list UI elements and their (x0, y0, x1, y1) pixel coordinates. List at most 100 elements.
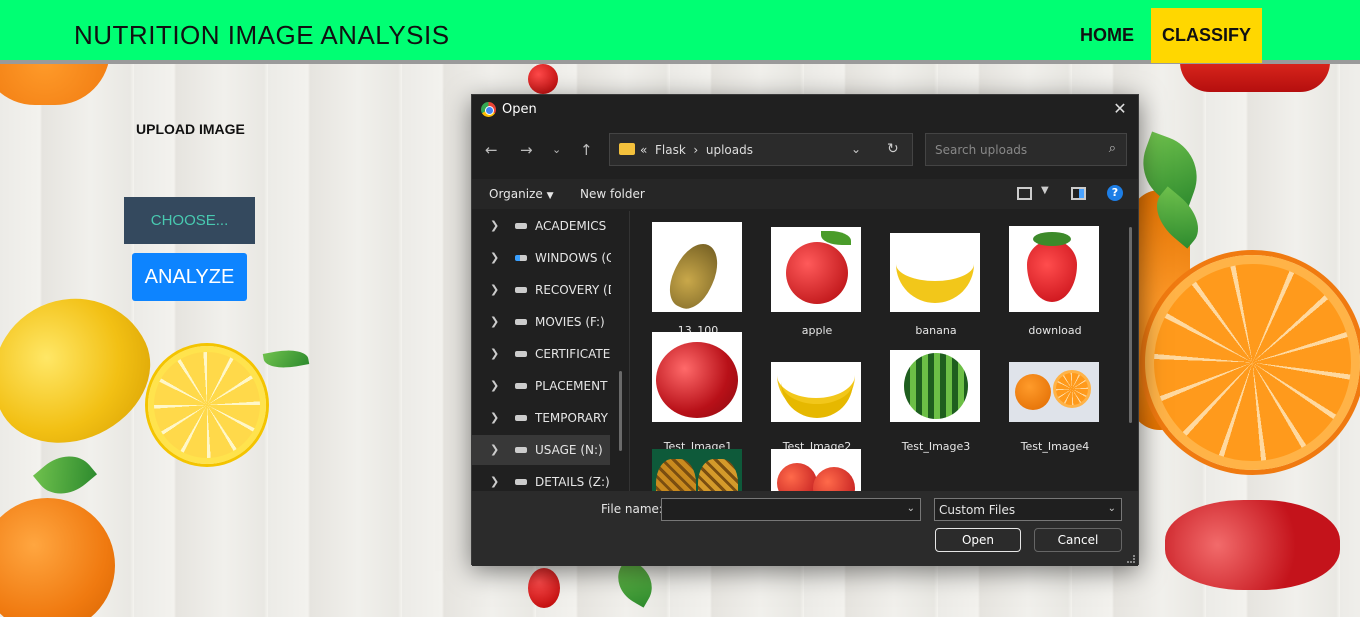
drive-icon (515, 447, 527, 453)
forward-arrow-icon[interactable]: → (520, 141, 533, 159)
banana-bunch-image (771, 362, 861, 422)
pineapple-image (652, 449, 742, 491)
cancel-button[interactable]: Cancel (1034, 528, 1122, 552)
sidebar-item-windows[interactable]: ❯ WINDOWS (C:) (472, 243, 611, 273)
file-item[interactable]: Test_Image2 (761, 335, 873, 453)
file-name: Test_Image4 (1020, 440, 1090, 453)
watermelon-image (890, 350, 980, 422)
lemon-decoration (0, 272, 173, 468)
refresh-icon[interactable]: ↻ (887, 141, 899, 157)
orange-decoration (0, 498, 115, 617)
file-item[interactable]: banana (880, 219, 992, 337)
file-item[interactable] (761, 449, 873, 491)
sidebar-item-certificate[interactable]: ❯ CERTIFICATE (G (472, 339, 611, 369)
breadcrumb-flask[interactable]: Flask (655, 143, 686, 157)
drive-icon (515, 319, 527, 325)
preview-pane-icon[interactable] (1071, 187, 1086, 200)
file-grid-scrollbar[interactable] (1129, 227, 1132, 423)
breadcrumb-prefix: « (640, 143, 648, 157)
leaf-decoration (262, 346, 310, 372)
file-item[interactable]: Test_Image4 (999, 335, 1111, 453)
drive-icon (515, 415, 527, 421)
drive-label: WINDOWS (C:) (535, 251, 611, 265)
file-item[interactable]: download (999, 219, 1111, 337)
drive-label: PLACEMENT (I (535, 379, 611, 393)
orange-slice-decoration (1145, 255, 1360, 470)
sidebar-item-academics[interactable]: ❯ ACADEMICS (E (472, 211, 611, 241)
dialog-title: Open (502, 102, 537, 117)
open-button[interactable]: Open (935, 528, 1021, 552)
sidebar-scrollbar[interactable] (619, 371, 622, 451)
sidebar-item-usage[interactable]: ❯ USAGE (N:) (472, 435, 610, 465)
nav-classify-link[interactable]: CLASSIFY (1151, 8, 1262, 63)
orange-image (1009, 362, 1099, 422)
file-item[interactable]: apple (761, 219, 873, 337)
dialog-footer: File name: ⌄ Custom Files ⌄ Open Cancel (472, 491, 1138, 566)
drive-label: CERTIFICATE (G (535, 347, 611, 361)
file-item[interactable]: Test_Image1 (642, 332, 754, 453)
strawberry-decoration (1165, 500, 1340, 590)
open-file-dialog: Open ✕ ← → ⌄ ↑ « Flask › uploads ⌄ ↻ Sea… (471, 94, 1139, 566)
chevron-right-icon[interactable]: ❯ (490, 411, 499, 424)
close-icon[interactable]: ✕ (1110, 99, 1130, 118)
apple-image (771, 227, 861, 312)
sidebar-item-details[interactable]: ❯ DETAILS (Z:) (472, 467, 610, 491)
search-placeholder: Search uploads (935, 143, 1028, 157)
pane-divider[interactable] (629, 211, 630, 491)
upload-image-heading: UPLOAD IMAGE (136, 121, 245, 137)
analyze-button[interactable]: ANALYZE (132, 253, 247, 301)
drive-icon (515, 223, 527, 229)
search-icon: ⌕ (1108, 141, 1116, 156)
sidebar-item-placement[interactable]: ❯ PLACEMENT (I (472, 371, 611, 401)
banana-image (890, 233, 980, 312)
file-name: Test_Image3 (901, 440, 971, 453)
drive-label: USAGE (N:) (535, 443, 603, 457)
dialog-titlebar[interactable]: Open ✕ (472, 95, 1138, 123)
chevron-right-icon[interactable]: ❯ (490, 379, 499, 392)
back-arrow-icon[interactable]: ← (485, 141, 498, 159)
sidebar-item-recovery[interactable]: ❯ RECOVERY (D:) (472, 275, 611, 305)
address-path[interactable]: « Flask › uploads (640, 143, 753, 157)
choose-file-button[interactable]: CHOOSE... (124, 197, 255, 244)
file-item[interactable]: 13_100 (642, 219, 754, 337)
windows-drive-icon (515, 255, 527, 261)
drive-label: DETAILS (Z:) (535, 475, 610, 489)
file-type-select[interactable]: Custom Files ⌄ (934, 498, 1122, 521)
cherry-decoration (528, 568, 560, 608)
chevron-down-icon[interactable]: ⌄ (851, 142, 861, 156)
drive-sidebar: ❯ ACADEMICS (E ❯ WINDOWS (C:) ❯ RECOVERY (D… (472, 211, 627, 491)
search-input[interactable]: Search uploads ⌕ (925, 133, 1127, 166)
brand-title: NUTRITION IMAGE ANALYSIS (74, 20, 450, 50)
nav-home-link[interactable]: HOME (1067, 8, 1147, 63)
chevron-right-icon[interactable]: ❯ (490, 315, 499, 328)
lemon-slice-decoration (148, 346, 266, 464)
recent-dropdown-icon[interactable]: ⌄ (552, 143, 561, 156)
file-name-input[interactable]: ⌄ (661, 498, 921, 521)
view-mode-icon[interactable] (1017, 187, 1032, 200)
chevron-right-icon[interactable]: ❯ (490, 283, 499, 296)
organize-label: Organize (489, 187, 543, 201)
chevron-right-icon[interactable]: ❯ (490, 443, 499, 456)
sidebar-item-movies[interactable]: ❯ MOVIES (F:) (472, 307, 610, 337)
pear-image (652, 222, 742, 312)
new-folder-button[interactable]: New folder (580, 187, 645, 201)
file-item[interactable] (642, 449, 754, 491)
top-navbar: NUTRITION IMAGE ANALYSIS HOME CLASSIFY (0, 0, 1360, 64)
chevron-right-icon[interactable]: ❯ (490, 219, 499, 232)
drive-label: RECOVERY (D:) (535, 283, 611, 297)
help-icon[interactable]: ? (1107, 185, 1123, 201)
navigation-row: ← → ⌄ ↑ « Flask › uploads ⌄ ↻ Search upl… (472, 133, 1138, 167)
chevron-right-icon[interactable]: ❯ (490, 347, 499, 360)
chevron-right-icon[interactable]: ❯ (490, 475, 499, 488)
organize-menu[interactable]: Organize ▼ (489, 187, 554, 201)
cherry-decoration (528, 64, 558, 94)
address-bar[interactable]: « Flask › uploads ⌄ ↻ (609, 133, 913, 166)
chevron-right-icon[interactable]: ❯ (490, 251, 499, 264)
up-arrow-icon[interactable]: ↑ (580, 141, 593, 159)
chevron-down-icon[interactable]: ▼ (1041, 185, 1049, 196)
sidebar-item-temporary[interactable]: ❯ TEMPORARY ( (472, 403, 611, 433)
chevron-down-icon[interactable]: ⌄ (907, 503, 915, 514)
resize-grip-icon[interactable] (1127, 555, 1135, 563)
file-item[interactable]: Test_Image3 (880, 335, 992, 453)
breadcrumb-uploads[interactable]: uploads (706, 143, 753, 157)
